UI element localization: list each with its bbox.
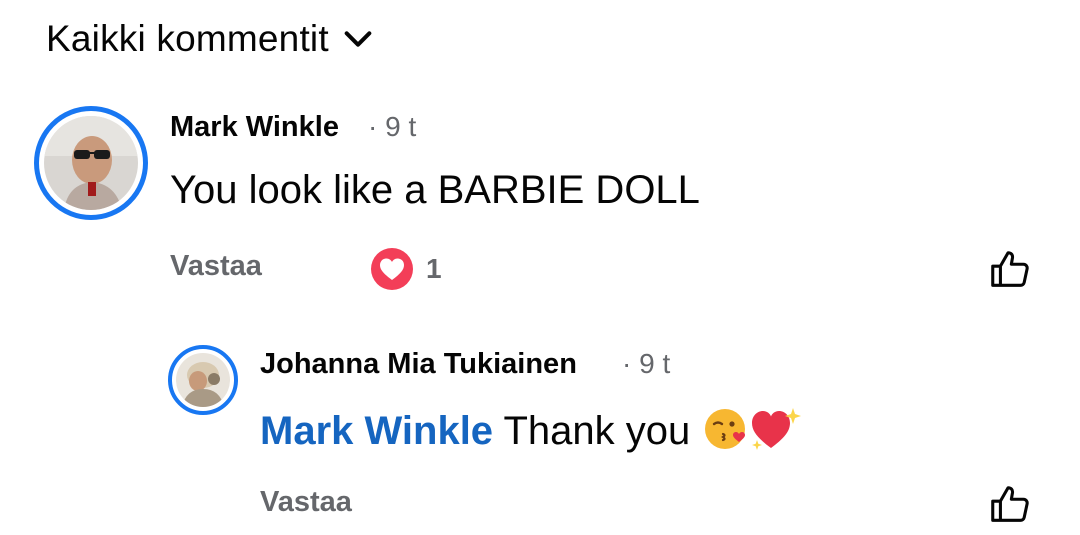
reaction-count: 1: [426, 253, 442, 284]
comment-filter-label: Kaikki kommentit: [46, 18, 329, 59]
reply-text: Mark Winkle Thank you: [260, 404, 802, 454]
comment-time[interactable]: 9 t: [385, 111, 416, 142]
mention-link[interactable]: Mark Winkle: [260, 409, 493, 453]
reply-meta: · 9 t: [622, 348, 670, 380]
chevron-down-icon: [344, 31, 372, 47]
comment-text: You look like a BARBIE DOLL: [170, 168, 700, 212]
avatar[interactable]: [168, 345, 238, 415]
comment-filter-dropdown[interactable]: Kaikki kommentit: [46, 18, 375, 60]
thumbs-up-icon[interactable]: [987, 482, 1033, 528]
comment-meta: · 9 t: [368, 111, 416, 143]
reply-button[interactable]: Vastaa: [170, 250, 262, 283]
thumbs-up-icon[interactable]: [987, 247, 1033, 293]
heart-reaction-icon: [371, 248, 413, 290]
reply-time[interactable]: 9 t: [639, 348, 670, 379]
separator-dot: ·: [368, 111, 378, 142]
kissing-face-heart-emoji: [705, 409, 746, 449]
reaction-summary[interactable]: 1: [370, 247, 442, 291]
reply-message: Thank you: [503, 409, 691, 453]
avatar-photo: [176, 353, 230, 407]
reply-author[interactable]: Johanna Mia Tukiainen: [260, 348, 577, 381]
reply-button[interactable]: Vastaa: [260, 486, 352, 519]
sparkling-heart-emoji: [752, 408, 802, 450]
comment-author[interactable]: Mark Winkle: [170, 111, 339, 144]
separator-dot: ·: [622, 348, 632, 379]
comments-section: Kaikki kommentit Mark Winkle · 9 t You l…: [0, 0, 1080, 535]
avatar[interactable]: [34, 106, 148, 220]
avatar-photo: [44, 116, 138, 210]
